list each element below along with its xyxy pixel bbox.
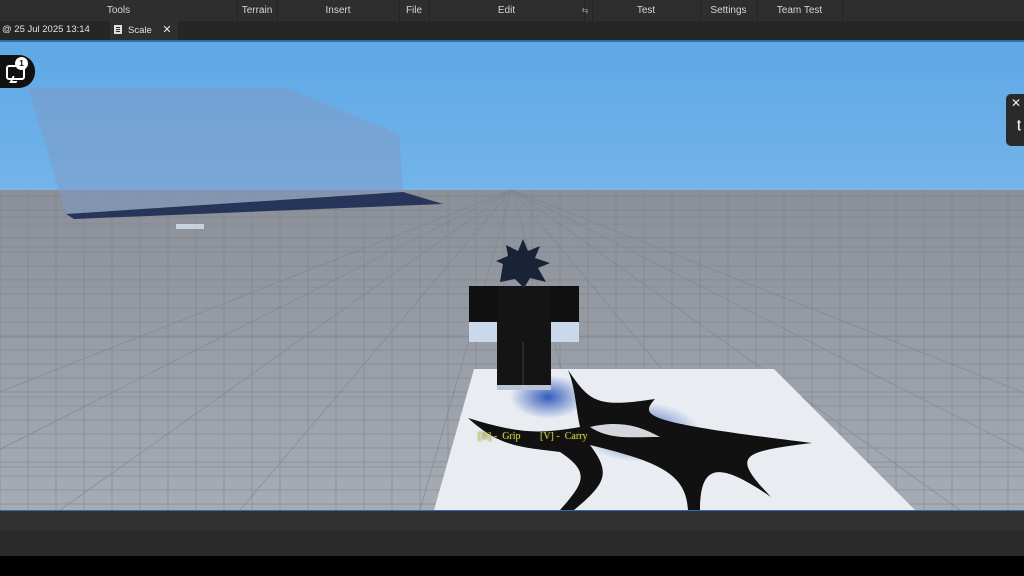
menu-test[interactable]: Test xyxy=(592,0,701,21)
taskbar-area xyxy=(0,556,1024,576)
menu-team-test[interactable]: Team Test xyxy=(757,0,843,21)
menu-file[interactable]: File xyxy=(399,0,430,21)
tab-scale[interactable]: Scale ✕ xyxy=(110,21,178,40)
tab-place[interactable]: @ 25 Jul 2025 13:14 ✕ xyxy=(0,21,108,54)
tab-strip: @ 25 Jul 2025 13:14 ✕ Scale ✕ xyxy=(0,21,1024,54)
hint-action: Grip xyxy=(502,431,521,442)
notification-badge: 1 xyxy=(15,57,28,70)
hint-grip: [B] - Grip xyxy=(478,431,521,442)
script-icon xyxy=(114,25,122,34)
panel-glyph-icon[interactable]: ʈ xyxy=(1017,117,1021,131)
menu-terrain[interactable]: Terrain xyxy=(237,0,278,21)
menu-swap-icon[interactable]: ⇆ xyxy=(578,0,593,21)
side-panel: ✕ ʈ xyxy=(1006,94,1024,146)
hint-key: [V] xyxy=(540,431,554,442)
chat-button[interactable]: 1 xyxy=(0,55,35,88)
game-viewport[interactable]: 1 ✕ ʈ [B] - Grip [V] - Carry xyxy=(0,42,1024,510)
hint-action: Carry xyxy=(564,431,588,442)
hint-key: [B] xyxy=(478,431,492,442)
hint-carry: [V] - Carry xyxy=(540,431,588,442)
close-icon[interactable]: ✕ xyxy=(1011,96,1021,110)
menu-settings[interactable]: Settings xyxy=(700,0,758,21)
menu-edit[interactable]: Edit xyxy=(429,0,585,21)
close-icon[interactable]: ✕ xyxy=(162,21,171,39)
output-panel-header xyxy=(0,510,1024,531)
command-bar[interactable] xyxy=(0,530,1024,556)
menu-insert[interactable]: Insert xyxy=(277,0,400,21)
transparent-part xyxy=(28,88,403,214)
menu-bar: Tools Terrain Insert File Edit ⇆ Test Se… xyxy=(0,0,1024,21)
tab-place-label: @ 25 Jul 2025 13:14 xyxy=(2,24,90,35)
menu-tools[interactable]: Tools xyxy=(0,0,238,21)
tab-scale-label: Scale xyxy=(128,25,152,36)
